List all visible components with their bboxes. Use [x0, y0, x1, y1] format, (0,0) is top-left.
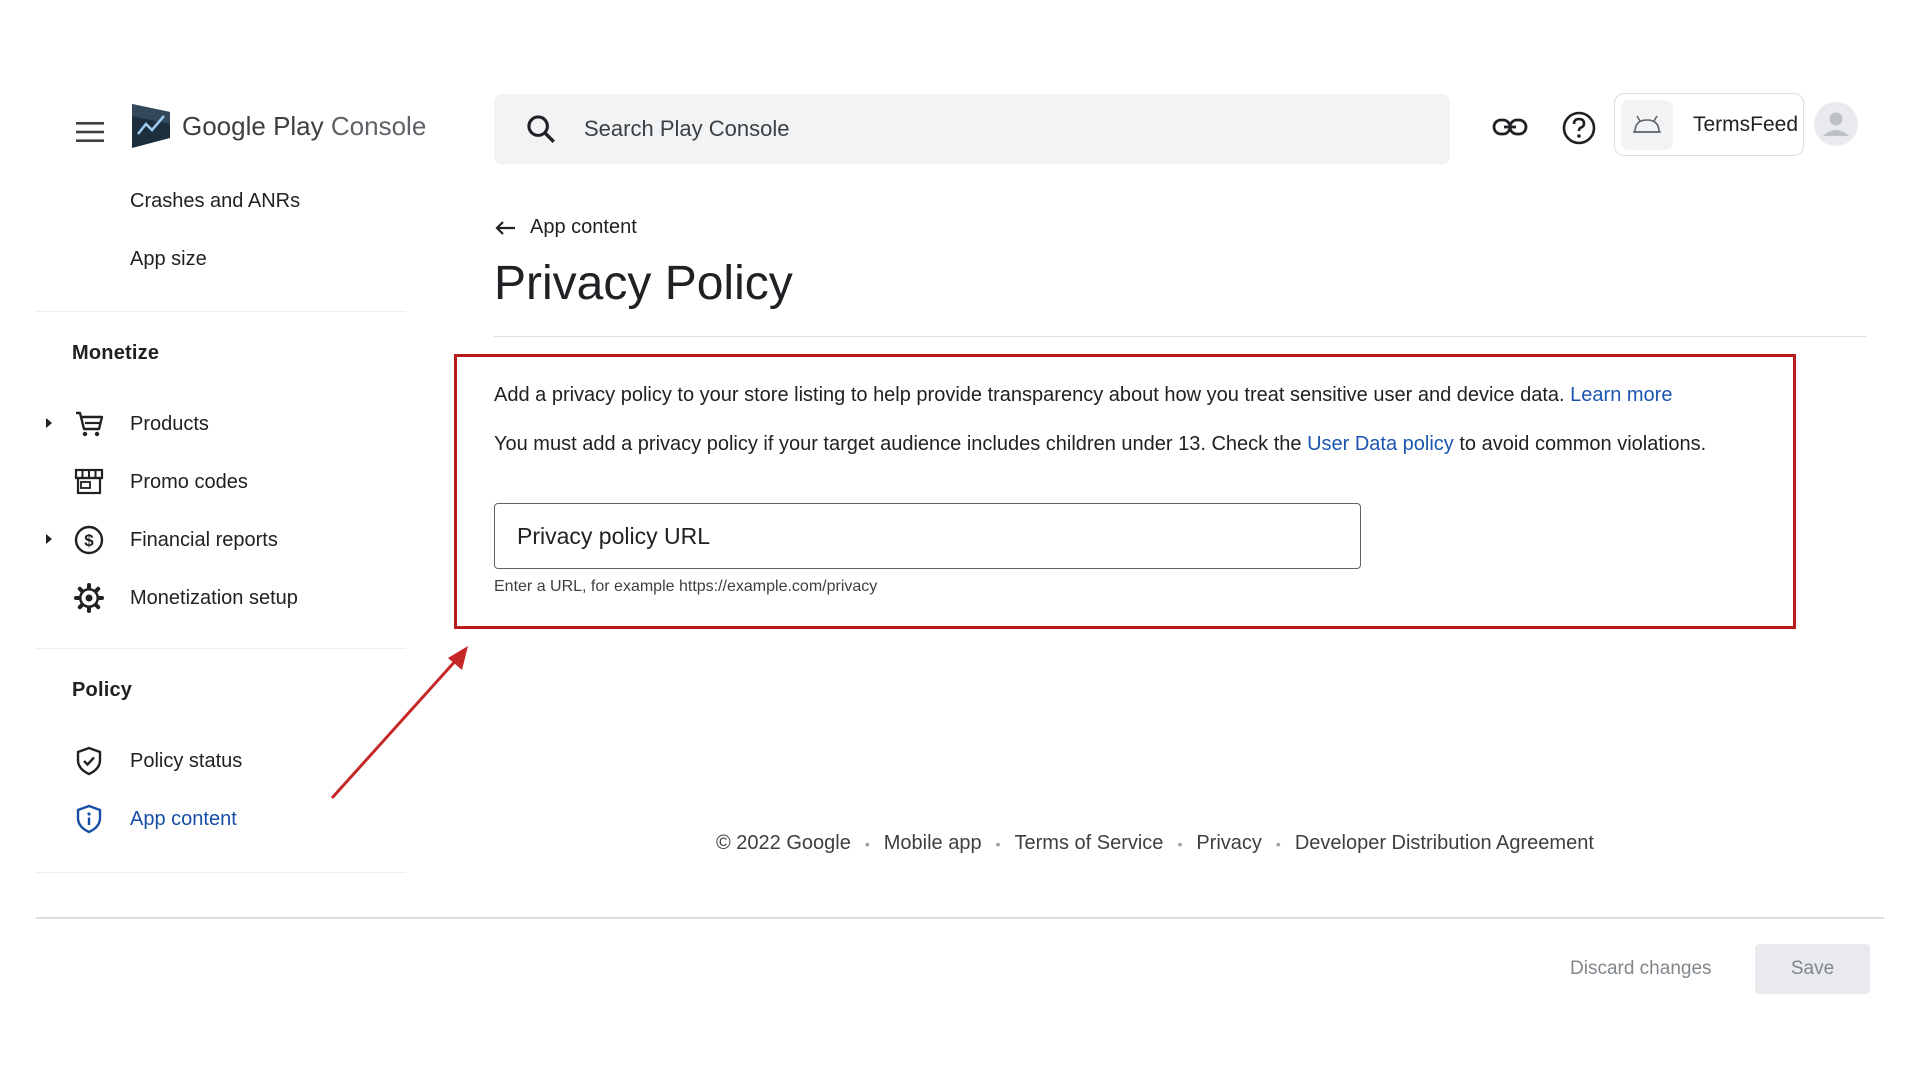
link-icon [1492, 118, 1528, 136]
shopping-cart-icon [76, 411, 104, 437]
play-console-logo-icon [132, 104, 170, 148]
sidebar-item-label: App size [130, 247, 207, 270]
page-title: Privacy Policy [494, 257, 793, 310]
back-to-app-content-link[interactable]: App content [494, 216, 637, 239]
gear-icon [74, 583, 104, 613]
sidebar-item-app-content[interactable]: App content [130, 795, 237, 843]
page-footer: © 2022 Google • Mobile app • Terms of Se… [716, 832, 1594, 855]
sidebar-item-label: App content [130, 807, 237, 830]
brand-name: Google Play Console [182, 111, 426, 142]
back-link-label: App content [530, 216, 637, 238]
copy-link-button[interactable] [1490, 109, 1530, 145]
search-bar[interactable]: Search Play Console [494, 94, 1450, 164]
sidebar-item-crashes-and-anrs[interactable]: Crashes and ANRs [130, 177, 300, 225]
save-button[interactable]: Save [1755, 944, 1870, 994]
sidebar-section-monetize: Monetize [72, 342, 160, 364]
privacy-policy-description: Add a privacy policy to your store listi… [494, 384, 1672, 407]
main-menu-button[interactable] [70, 112, 110, 152]
user-data-policy-link[interactable]: User Data policy [1307, 433, 1454, 455]
action-bar-divider [36, 917, 1884, 919]
notice-text-before: You must add a privacy policy if your ta… [494, 433, 1302, 455]
sidebar-section-policy: Policy [72, 679, 133, 701]
dollar-circle-icon: $ [74, 525, 104, 555]
search-input-placeholder[interactable]: Search Play Console [584, 116, 789, 142]
expand-caret-icon[interactable] [42, 532, 56, 546]
sidebar-item-promo-codes[interactable]: Promo codes [130, 458, 248, 506]
title-divider [494, 336, 1866, 337]
svg-text:$: $ [84, 531, 94, 550]
footer-link-terms-of-service[interactable]: Terms of Service [1015, 832, 1164, 855]
notice-text-after: to avoid common violations. [1459, 433, 1707, 455]
sidebar-item-label: Monetization setup [130, 586, 298, 609]
children-policy-notice: You must add a privacy policy if your ta… [494, 433, 1706, 456]
sidebar-divider [36, 311, 406, 312]
discard-changes-button[interactable]: Discard changes [1556, 944, 1726, 994]
brand-google-play: Google Play [182, 111, 324, 141]
url-helper-text: Enter a URL, for example https://example… [494, 578, 878, 595]
footer-link-mobile-app[interactable]: Mobile app [884, 832, 982, 855]
user-avatar[interactable] [1814, 102, 1858, 146]
android-icon [1633, 115, 1661, 133]
sidebar-item-label: Promo codes [130, 470, 248, 493]
developer-account-switcher[interactable]: TermsFeed [1614, 93, 1804, 156]
hamburger-menu-icon [76, 122, 104, 142]
footer-link-developer-distribution-agreement[interactable]: Developer Distribution Agreement [1295, 832, 1594, 855]
store-icon [74, 468, 104, 495]
avatar-icon [1823, 112, 1849, 136]
search-icon [527, 115, 555, 143]
sidebar-item-policy-status[interactable]: Policy status [130, 737, 242, 785]
brand-console: Console [330, 111, 427, 141]
sidebar-item-products[interactable]: Products [130, 400, 209, 448]
description-text: Add a privacy policy to your store listi… [494, 384, 1565, 406]
sidebar-divider [36, 872, 406, 873]
footer-separator: • [864, 835, 870, 852]
sidebar-item-label: Policy status [130, 749, 243, 772]
sidebar-item-label: Financial reports [130, 528, 278, 551]
footer-copyright: © 2022 Google [716, 832, 851, 854]
footer-separator: • [1177, 835, 1183, 852]
play-console-logo[interactable] [130, 102, 172, 150]
shield-info-icon [76, 804, 102, 834]
learn-more-link[interactable]: Learn more [1570, 384, 1672, 406]
sidebar-item-label: Products [130, 412, 209, 435]
sidebar-item-label: Crashes and ANRs [130, 189, 301, 212]
sidebar-item-monetization-setup[interactable]: Monetization setup [130, 574, 298, 622]
sidebar-item-app-size[interactable]: App size [130, 235, 207, 283]
privacy-policy-url-input[interactable] [494, 503, 1361, 569]
developer-app-icon [1621, 99, 1673, 150]
arrow-back-icon [495, 220, 515, 235]
expand-caret-icon[interactable] [42, 416, 56, 430]
shield-check-icon [76, 746, 102, 776]
footer-link-privacy[interactable]: Privacy [1196, 832, 1262, 855]
account-name: TermsFeed [1693, 112, 1799, 136]
help-icon [1562, 111, 1596, 145]
help-button[interactable] [1560, 109, 1598, 147]
annotation-arrow [330, 646, 468, 800]
footer-separator: • [995, 835, 1001, 852]
sidebar-item-financial-reports[interactable]: Financial reports [130, 516, 278, 564]
footer-separator: • [1275, 835, 1281, 852]
